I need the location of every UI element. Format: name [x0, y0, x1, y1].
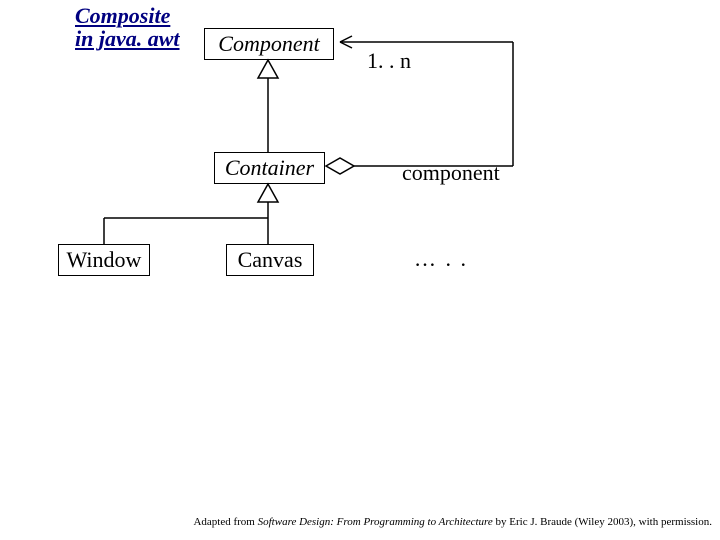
class-canvas: Canvas — [226, 244, 314, 276]
multiplicity-label: 1. . n — [367, 48, 411, 74]
attribution-prefix: Adapted from — [193, 516, 257, 528]
class-window: Window — [58, 244, 150, 276]
class-container: Container — [214, 152, 325, 184]
attribution: Adapted from Software Design: From Progr… — [193, 516, 712, 528]
attribution-suffix: by Eric J. Braude (Wiley 2003), with per… — [493, 516, 712, 528]
attribution-book: Software Design: From Programming to Arc… — [258, 516, 493, 528]
role-label: component — [402, 160, 500, 186]
diagram-title: Composite in java. awt — [75, 4, 185, 50]
class-component: Component — [204, 28, 334, 60]
ellipsis: … . . — [414, 246, 468, 272]
